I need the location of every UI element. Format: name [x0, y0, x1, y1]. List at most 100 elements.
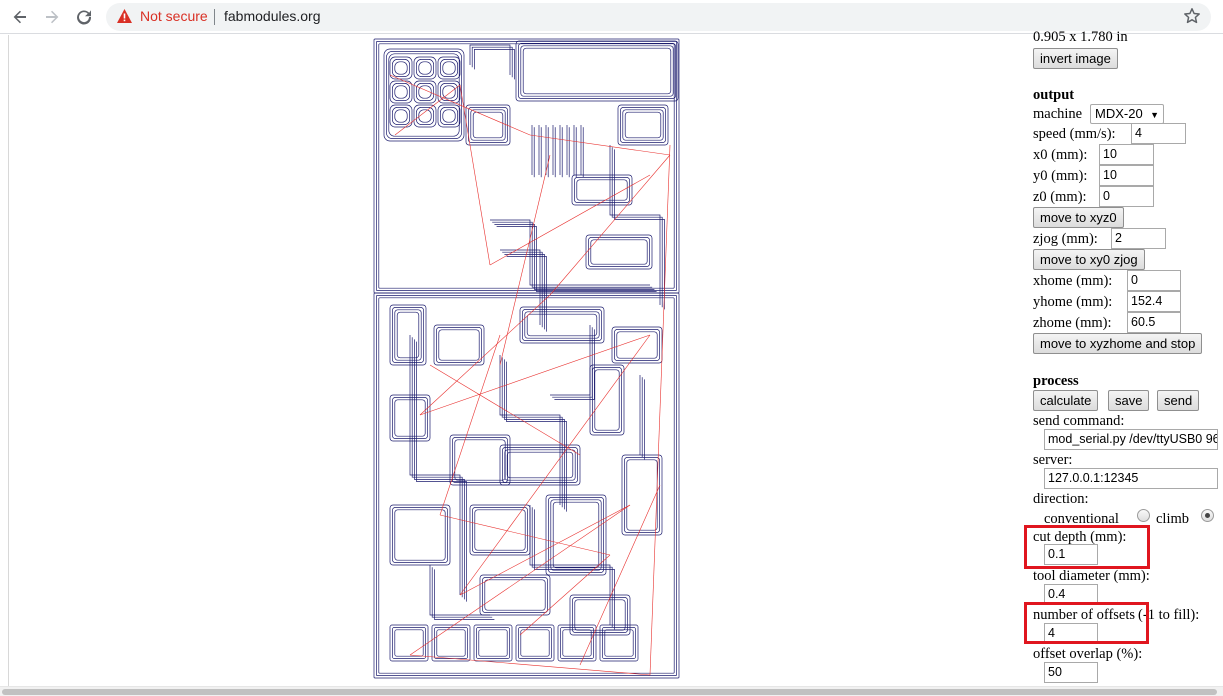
toolpath-outline [389, 304, 427, 366]
toolpath-outline [526, 313, 598, 337]
travel-move-line [409, 654, 651, 676]
xhome-label: xhome (mm): [1033, 273, 1113, 289]
toolpath-outline [482, 577, 548, 613]
toolpath-outline [470, 109, 506, 141]
send-button[interactable]: send [1157, 390, 1200, 411]
toolpath-outline [506, 451, 574, 479]
machine-select[interactable]: MDX-20 ▼ [1090, 104, 1164, 124]
toolpath-outline [438, 329, 480, 361]
toolpath-outline [386, 51, 462, 139]
toolpath-outline [562, 629, 592, 657]
toolpath-outline [434, 627, 468, 659]
control-panel: 0.905 x 1.780 in invert image output mac… [1024, 28, 1223, 686]
process-heading: process [1033, 373, 1079, 389]
toolpath-outline [394, 61, 408, 75]
toolpath-outline [616, 331, 658, 359]
z0-label: z0 (mm): [1033, 189, 1087, 205]
toolpath-outline [465, 104, 511, 146]
yhome-input[interactable]: 152.4 [1127, 291, 1181, 312]
toolpath-outline [476, 627, 510, 659]
toolpath-trace [609, 145, 661, 305]
speed-input[interactable]: 4 [1131, 123, 1186, 144]
server-input[interactable]: 127.0.0.1:12345 [1044, 468, 1218, 489]
offset-overlap-input[interactable]: 50 [1044, 662, 1098, 683]
toolpath-outline [590, 239, 648, 265]
toolpath-outline [576, 179, 628, 201]
send-command-label: send command: [1033, 413, 1125, 429]
conventional-radio[interactable] [1137, 509, 1150, 522]
climb-radio[interactable] [1201, 509, 1214, 522]
zhome-input[interactable]: 60.5 [1127, 312, 1181, 333]
toolpath-outline [433, 324, 485, 366]
toolpath-outline [418, 61, 432, 75]
send-command-input[interactable]: mod_serial.py /dev/ttyUSB0 9600 rtscts [1044, 429, 1218, 450]
toolpath-outline [499, 444, 581, 486]
toolpath-outline [604, 629, 634, 657]
toolpath-trace [496, 226, 657, 292]
x0-label: x0 (mm): [1033, 147, 1088, 163]
toolpath-outline [594, 369, 620, 431]
star-icon[interactable] [1183, 7, 1201, 30]
toolpath-outline [515, 40, 679, 102]
move-to-xy0-zjog-button[interactable]: move to xy0 zjog [1033, 249, 1145, 270]
toolpath-outline [437, 104, 461, 128]
toolpath-outline [622, 109, 664, 141]
toolpath-outline [602, 627, 636, 659]
toolpath-outline [588, 237, 650, 267]
horizontal-scrollbar[interactable] [0, 686, 1223, 696]
y0-label: y0 (mm): [1033, 168, 1088, 184]
move-to-xyzhome-stop-button[interactable]: move to xyzhome and stop [1033, 333, 1203, 354]
travel-move-line [419, 294, 551, 416]
toolpath-outline [392, 507, 448, 563]
calculate-button[interactable]: calculate [1033, 390, 1099, 411]
toolpath-outline [550, 499, 602, 571]
xhome-input[interactable]: 0 [1127, 270, 1181, 291]
toolpath-outline [394, 109, 408, 123]
security-status[interactable]: Not secure [140, 8, 208, 24]
toolpath-outline [389, 504, 451, 566]
back-arrow-icon[interactable] [6, 4, 34, 30]
toolpath-preview [350, 35, 690, 686]
save-button[interactable]: save [1108, 390, 1150, 411]
toolpath-outline [413, 104, 437, 128]
toolpath-trace [554, 329, 595, 400]
url-text[interactable]: fabmodules.org [224, 8, 321, 24]
toolpath-outline [484, 579, 546, 611]
toolpath-outline [611, 326, 663, 364]
zjog-label: zjog (mm): [1033, 231, 1098, 247]
travel-move-line [389, 74, 531, 136]
climb-label: climb [1156, 511, 1190, 527]
zjog-input[interactable]: 2 [1111, 228, 1166, 249]
toolpath-trace [504, 359, 565, 510]
machine-select-value: MDX-20 [1095, 106, 1143, 121]
toolpath-outline [442, 109, 456, 123]
move-to-xyz0-button[interactable]: move to xyz0 [1033, 207, 1124, 228]
toolpath-trace [474, 49, 515, 80]
scrollbar-thumb[interactable] [2, 689, 1217, 695]
toolpath-trace [506, 256, 547, 332]
toolpath-outline [394, 309, 422, 361]
speed-label: speed (mm/s): [1033, 126, 1116, 142]
toolpath-trace [611, 147, 663, 308]
toolpath-outline [472, 111, 504, 139]
cut-depth-highlight-box [1024, 525, 1150, 569]
y0-input[interactable]: 10 [1099, 165, 1154, 186]
server-label: server: [1033, 452, 1073, 468]
toolpath-outline [378, 43, 675, 289]
travel-move-line [439, 334, 501, 516]
x0-input[interactable]: 10 [1099, 144, 1154, 165]
toolpath-outline [560, 627, 594, 659]
toolpath-outline [620, 107, 666, 143]
toolpath-outline [388, 53, 460, 137]
toolpath-outline [592, 367, 622, 433]
z0-input[interactable]: 0 [1099, 186, 1154, 207]
address-bar[interactable]: Not secure fabmodules.org [106, 3, 1211, 31]
forward-arrow-icon[interactable] [38, 4, 66, 30]
zhome-label: zhome (mm): [1033, 315, 1112, 331]
toolpath-outline [519, 306, 605, 344]
reload-icon[interactable] [70, 4, 98, 30]
invert-image-button[interactable]: invert image [1033, 48, 1118, 69]
toolpath-outline [436, 327, 482, 363]
toolpath-outline [413, 56, 437, 80]
toolpath-outline [442, 61, 456, 75]
